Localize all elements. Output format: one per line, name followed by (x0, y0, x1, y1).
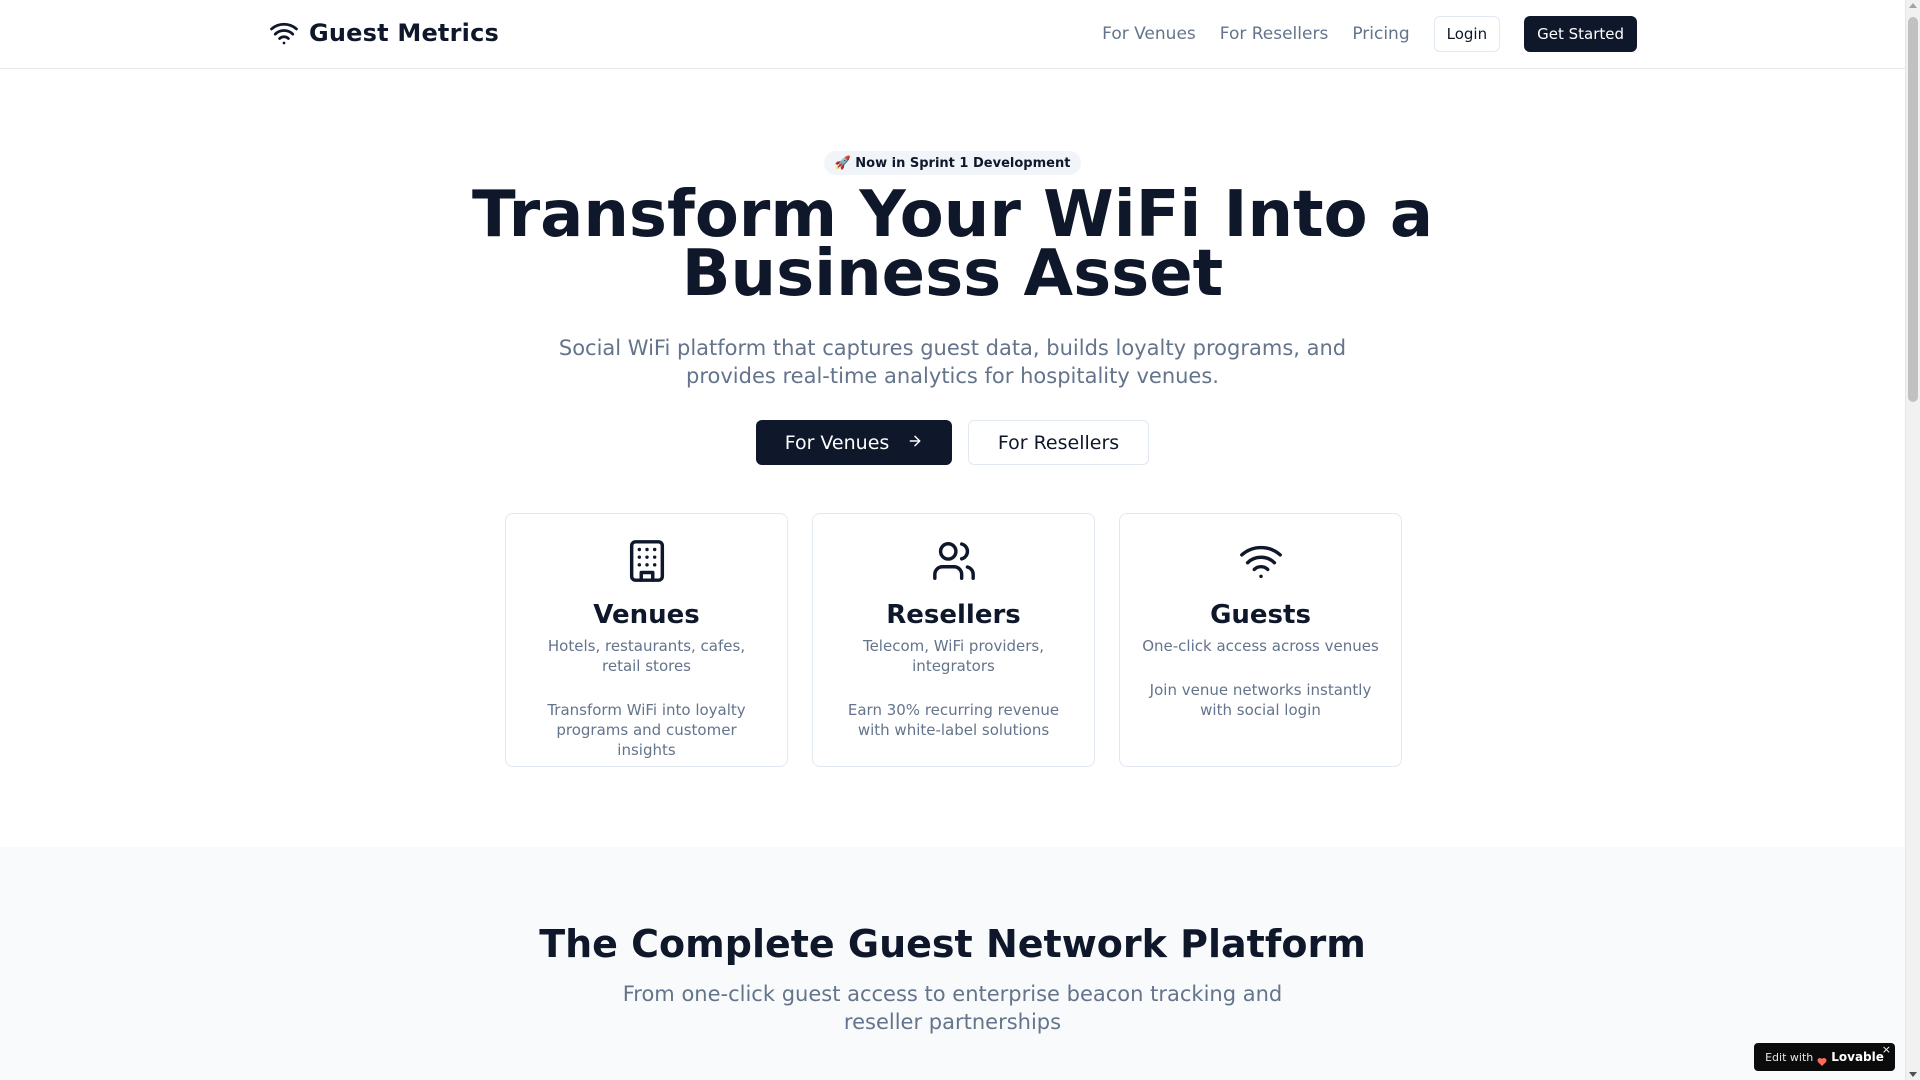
platform-title: The Complete Guest Network Platform (539, 922, 1366, 966)
hero-section: 🚀 Now in Sprint 1 Development Transform … (0, 69, 1905, 847)
card-guests: Guests One-click access across venues Jo… (1119, 513, 1402, 767)
card-description: Hotels, restaurants, cafes, retail store… (547, 637, 746, 675)
hero-title-line2: Business Asset (681, 237, 1224, 311)
card-note: Earn 30% recurring revenue with white-la… (847, 701, 1060, 739)
edit-with-lovable-badge[interactable]: Edit with Lovable × (1754, 1043, 1895, 1071)
nav-for-resellers[interactable]: For Resellers (1220, 16, 1329, 52)
scroll-thumb[interactable] (1908, 17, 1918, 402)
users-icon (813, 538, 1094, 584)
login-button[interactable]: Login (1433, 16, 1501, 52)
arrow-right-icon (907, 432, 923, 454)
card-description: One-click access across venues (1142, 637, 1379, 655)
get-started-button[interactable]: Get Started (1524, 16, 1637, 52)
platform-section: The Complete Guest Network Platform From… (0, 847, 1905, 1080)
card-title: Venues (593, 600, 700, 630)
site-header: Guest Metrics For Venues For Resellers P… (0, 0, 1905, 69)
scroll-down-arrow-icon[interactable] (1909, 1072, 1917, 1077)
for-resellers-button[interactable]: For Resellers (968, 420, 1149, 465)
main-nav: For Venues For Resellers Pricing Login G… (1102, 16, 1637, 52)
nav-pricing[interactable]: Pricing (1352, 16, 1409, 52)
platform-subtitle: From one-click guest access to enterpris… (622, 982, 1283, 1034)
brand-logo[interactable]: Guest Metrics (269, 18, 499, 48)
card-resellers: Resellers Telecom, WiFi providers, integ… (812, 513, 1095, 767)
building-icon (506, 538, 787, 584)
wifi-icon (269, 18, 299, 48)
card-description: Telecom, WiFi providers, integrators (862, 637, 1045, 675)
card-venues: Venues Hotels, restaurants, cafes, retai… (505, 513, 788, 767)
close-icon[interactable]: × (1882, 1043, 1891, 1056)
card-title: Resellers (886, 600, 1021, 630)
nav-for-venues[interactable]: For Venues (1102, 16, 1196, 52)
lovable-heart-icon (1817, 1052, 1827, 1066)
wifi-icon (1120, 538, 1401, 584)
status-badge: 🚀 Now in Sprint 1 Development (823, 151, 1082, 175)
page: Guest Metrics For Venues For Resellers P… (0, 0, 1905, 1080)
card-note: Transform WiFi into loyalty programs and… (547, 701, 746, 759)
card-note: Join venue networks instantly with socia… (1149, 681, 1372, 719)
for-venues-button[interactable]: For Venues (756, 420, 952, 465)
for-venues-label: For Venues (784, 431, 890, 454)
audience-cards: Venues Hotels, restaurants, cafes, retai… (505, 513, 1402, 767)
lovable-prefix: Edit with (1765, 1050, 1814, 1064)
lovable-brand: Lovable (1831, 1050, 1884, 1064)
brand-name: Guest Metrics (309, 19, 499, 47)
hero-title: Transform Your WiFi Into a Business Asse… (0, 183, 1905, 311)
hero-subtitle: Social WiFi platform that captures guest… (558, 336, 1347, 388)
page-scrollbar[interactable] (1905, 0, 1920, 1080)
card-title: Guests (1210, 600, 1311, 630)
scroll-up-arrow-icon[interactable] (1909, 3, 1917, 8)
cta-row: For Venues For Resellers (0, 420, 1905, 465)
